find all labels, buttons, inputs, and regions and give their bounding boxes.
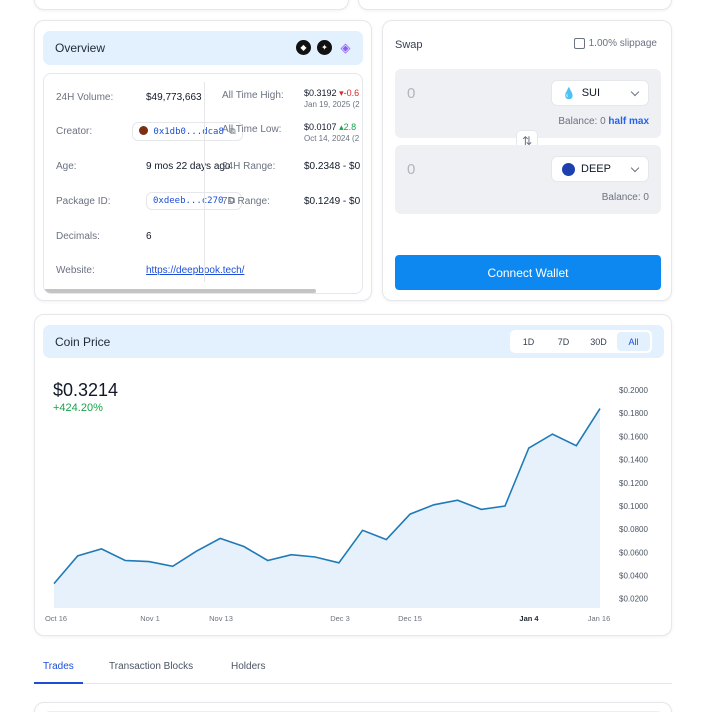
social-icon-3[interactable]: ◈: [338, 40, 353, 55]
atl-date: Oct 14, 2024 (2: [304, 134, 360, 143]
max-button[interactable]: max: [629, 116, 649, 127]
connect-wallet-button[interactable]: Connect Wallet: [395, 255, 661, 290]
ath-change-value: -0.6: [343, 88, 360, 98]
slippage-setting[interactable]: 1.00% slippage: [573, 38, 657, 49]
active-tab-indicator: [34, 682, 83, 684]
deep-token-icon: [562, 162, 575, 176]
previous-card-left: [34, 0, 349, 10]
range-24h-value: $0.2348 - $0: [304, 161, 361, 172]
ath-price: $0.3192: [304, 88, 337, 98]
overview-card: Overview ◆ ✦ ◈ 24H Volume: $49,773,663 C…: [34, 20, 372, 301]
y-tick-label: $0.1400: [619, 456, 648, 465]
from-token-select[interactable]: 💧 SUI: [551, 80, 649, 106]
overview-title: Overview: [55, 41, 106, 55]
x-tick-label: Nov 13: [209, 614, 233, 623]
to-token-label: DEEP: [581, 163, 611, 175]
age-label: Age:: [56, 161, 77, 172]
slippage-icon: [573, 38, 585, 49]
atl-price: $0.0107: [304, 122, 337, 132]
tab-transaction-blocks[interactable]: Transaction Blocks: [109, 661, 193, 672]
to-token-select[interactable]: DEEP: [551, 156, 649, 182]
x-tick-label: Oct 16: [45, 614, 67, 623]
volume-value: $49,773,663: [146, 92, 202, 103]
social-icon-2[interactable]: ✦: [317, 40, 332, 55]
x-tick-label: Dec 15: [398, 614, 422, 623]
slippage-text: 1.00% slippage: [588, 38, 657, 49]
overview-details: 24H Volume: $49,773,663 Creator: 0x1db0.…: [43, 73, 363, 294]
decimals-value: 6: [146, 231, 152, 242]
x-tick-label: Jan 4: [519, 614, 539, 623]
social-links: ◆ ✦ ◈: [296, 40, 353, 55]
ath-value: $0.3192 ▾-0.6 Jan 19, 2025 (2: [304, 88, 360, 109]
y-tick-label: $0.0400: [619, 572, 648, 581]
atl-change: ▴2.8: [339, 122, 357, 132]
trades-card: [34, 702, 672, 712]
ath-change: ▾-0.6: [339, 88, 360, 98]
price-chart: $0.2000 $0.1800 $0.1600 $0.1400 $0.1200 $0.10…: [45, 386, 649, 623]
to-amount-input[interactable]: 0: [407, 161, 415, 178]
range-7d-value: $0.1249 - $0: [304, 196, 361, 207]
overview-header: Overview ◆ ✦ ◈: [43, 31, 363, 65]
age-value: 9 mos 22 days ago: [146, 161, 231, 172]
creator-label: Creator:: [56, 126, 93, 137]
coin-price-card: Coin Price 1D 7D 30D All $0.3214 +424.20…: [34, 314, 672, 636]
atl-value: $0.0107 ▴2.8 Oct 14, 2024 (2: [304, 122, 359, 143]
ath-label: All Time High:: [222, 90, 284, 101]
swap-to-box: 0 DEEP Balance: 0: [395, 145, 661, 214]
activity-tabs: Trades Transaction Blocks Holders: [34, 652, 672, 684]
volume-label: 24H Volume:: [56, 92, 114, 103]
ath-date: Jan 19, 2025 (2: [304, 100, 360, 109]
x-tick-label: Nov 1: [140, 614, 160, 623]
y-tick-label: $0.1600: [619, 432, 648, 441]
chevron-down-icon: [630, 163, 640, 173]
atl-label: All Time Low:: [222, 124, 282, 135]
tab-holders[interactable]: Holders: [231, 661, 265, 672]
y-tick-label: $0.1200: [619, 479, 648, 488]
creator-avatar: [139, 126, 148, 135]
from-balance: Balance: 0 half max: [558, 116, 649, 127]
y-tick-label: $0.0200: [619, 595, 648, 604]
y-tick-label: $0.1800: [619, 409, 648, 418]
range-7d-label: 7D Range:: [222, 196, 270, 207]
column-divider: [204, 82, 205, 282]
social-icon-1[interactable]: ◆: [296, 40, 311, 55]
half-button[interactable]: half: [608, 116, 626, 127]
package-label: Package ID:: [56, 196, 111, 207]
swap-card: Swap 1.00% slippage 0 💧 SUI Balance: 0 h…: [382, 20, 672, 301]
decimals-label: Decimals:: [56, 231, 100, 242]
y-tick-label: $0.1000: [619, 502, 648, 511]
x-tick-label: Jan 16: [588, 614, 611, 623]
atl-change-value: 2.8: [343, 122, 357, 132]
swap-from-box: 0 💧 SUI Balance: 0 half max: [395, 69, 661, 138]
from-amount-input[interactable]: 0: [407, 85, 415, 102]
y-tick-label: $0.0600: [619, 548, 648, 557]
chevron-down-icon: [630, 87, 640, 97]
range-24h-label: 24H Range:: [222, 161, 276, 172]
y-tick-label: $0.0800: [619, 525, 648, 534]
sui-token-icon: 💧: [562, 87, 576, 100]
tab-trades[interactable]: Trades: [43, 661, 74, 672]
price-area: [54, 408, 600, 608]
website-link[interactable]: https://deepbook.tech/: [146, 265, 244, 276]
to-balance-text: Balance: 0: [601, 192, 649, 203]
to-balance: Balance: 0: [602, 192, 649, 203]
from-balance-text: Balance: 0: [558, 116, 606, 127]
horizontal-scrollbar[interactable]: [44, 289, 316, 293]
previous-card-right: [358, 0, 672, 10]
swap-title: Swap: [395, 39, 423, 51]
creator-address-text: 0x1db0...dca8: [153, 127, 224, 137]
website-label: Website:: [56, 265, 95, 276]
y-tick-label: $0.2000: [619, 386, 648, 395]
package-address-text: 0xdeeb...c270: [153, 196, 224, 206]
x-tick-label: Dec 3: [330, 614, 350, 623]
from-token-label: SUI: [581, 87, 601, 99]
